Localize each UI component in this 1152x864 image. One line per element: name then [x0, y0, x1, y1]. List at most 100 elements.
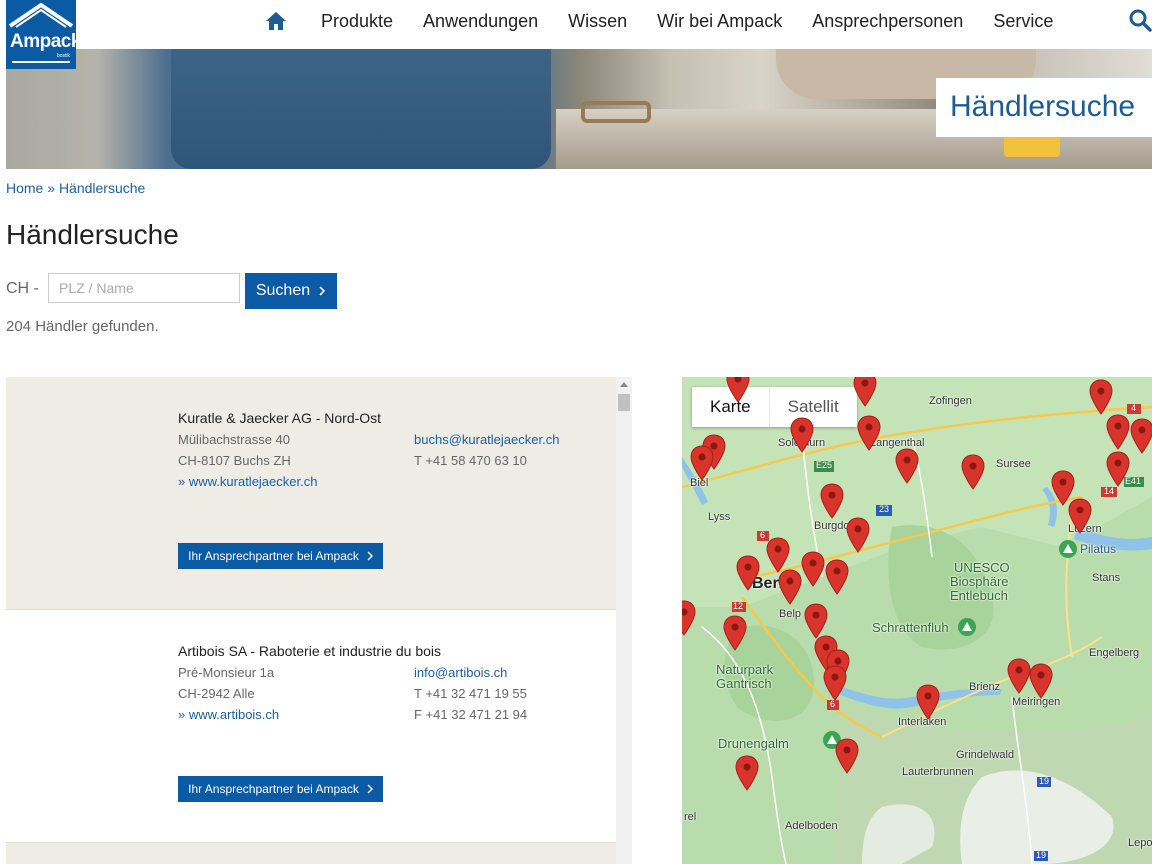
- map-place-label: Lyss: [708, 511, 731, 523]
- map-pin-icon[interactable]: [690, 445, 714, 481]
- logo-text: Ampack: [10, 31, 81, 52]
- map-pin-icon[interactable]: [1089, 379, 1113, 415]
- map-pin-icon[interactable]: [682, 600, 696, 636]
- map-place-label: Brienz: [969, 681, 1001, 693]
- road-label: 19: [1039, 776, 1050, 786]
- map-pin-icon[interactable]: [1106, 414, 1130, 450]
- map-pin-icon[interactable]: [801, 551, 825, 587]
- dealer-card: Kuratle & Jaecker AG - Nord-Ost Mülibach…: [6, 377, 616, 610]
- map-place-label: Adelboden: [785, 820, 838, 832]
- dealer-street: Pré-Monsieur 1a: [178, 665, 275, 680]
- dealer-list[interactable]: Kuratle & Jaecker AG - Nord-Ost Mülibach…: [6, 377, 616, 864]
- map-place-label: Engelberg: [1089, 647, 1140, 659]
- map-pin-icon[interactable]: [1007, 658, 1031, 694]
- map-place-label: Gantrisch: [716, 676, 772, 691]
- chevron-right-icon: [367, 551, 373, 561]
- map-pin-icon[interactable]: [736, 555, 760, 591]
- dealer-website-link[interactable]: » www.kuratlejaecker.ch: [178, 474, 317, 489]
- map-place-label: Drunengalm: [718, 736, 789, 751]
- dealer-name: Kuratle & Jaecker AG - Nord-Ost: [178, 410, 382, 426]
- map-pin-icon[interactable]: [804, 603, 828, 639]
- map-pin-icon[interactable]: [1130, 418, 1152, 454]
- dealer-list-scrollbar[interactable]: [616, 377, 632, 864]
- map-pin-icon[interactable]: [835, 738, 859, 774]
- map-pin-icon[interactable]: [790, 417, 814, 453]
- map-place-label: Stans: [1092, 572, 1121, 584]
- contact-person-button[interactable]: Ihr Ansprechpartner bei Ampack: [178, 543, 383, 569]
- scroll-up-arrow-icon[interactable]: [620, 382, 628, 387]
- map-pin-icon[interactable]: [825, 559, 849, 595]
- result-count: 204 Händler gefunden.: [6, 318, 159, 335]
- dealer-phone: T +41 58 470 63 10: [414, 453, 527, 468]
- dealer-card: Artibois SA - Raboterie et industrie du …: [6, 610, 616, 843]
- map-pin-icon[interactable]: [1068, 498, 1092, 534]
- search-button-label: Suchen: [255, 282, 311, 299]
- logo-sub: bostik: [56, 53, 70, 59]
- nav-service[interactable]: Service: [993, 11, 1053, 32]
- map-place-label: rel: [684, 811, 697, 823]
- dealer-street: Mülibachstrasse 40: [178, 432, 290, 447]
- breadcrumb-home[interactable]: Home: [6, 180, 43, 196]
- hero-title: Händlersuche: [950, 90, 1136, 123]
- main-nav: Produkte Anwendungen Wissen Wir bei Ampa…: [265, 10, 1083, 32]
- map-pin-icon[interactable]: [1106, 451, 1130, 487]
- map-pin-icon[interactable]: [823, 665, 847, 701]
- dealer-city: CH-2942 Alle: [178, 686, 255, 701]
- map-pin-icon[interactable]: [846, 517, 870, 553]
- map-place-label: Belp: [779, 608, 802, 620]
- nav-wir-bei-ampack[interactable]: Wir bei Ampack: [657, 11, 782, 32]
- dealer-fax: F +41 32 471 21 94: [414, 707, 528, 722]
- map-pin-icon[interactable]: [726, 377, 750, 403]
- map-pin-icon[interactable]: [916, 684, 940, 720]
- dealer-email-link[interactable]: info@artibois.ch: [414, 665, 507, 680]
- road-label: 23: [879, 504, 890, 514]
- hero-title-box: Händlersuche: [936, 78, 1152, 137]
- map-pin-icon[interactable]: [820, 483, 844, 519]
- map-pin-icon[interactable]: [766, 537, 790, 573]
- nav-wissen[interactable]: Wissen: [568, 11, 627, 32]
- dealer-email-link[interactable]: buchs@kuratlejaecker.ch: [414, 432, 559, 447]
- map-pin-icon[interactable]: [1029, 663, 1053, 699]
- map-pin-icon[interactable]: [857, 415, 881, 451]
- hero-tape-measure-shape: [1004, 135, 1060, 157]
- map-pin-icon[interactable]: [735, 755, 759, 791]
- dealer-map[interactable]: Karte Satellit E25 23 6 12 6 14 E41 4 19…: [682, 377, 1152, 864]
- contact-person-button-label: Ihr Ansprechpartner bei Ampack: [188, 782, 359, 796]
- map-pin-icon[interactable]: [895, 448, 919, 484]
- map-place-label: Pilatus: [1080, 542, 1117, 556]
- scrollbar-thumb[interactable]: [618, 394, 630, 411]
- contact-person-button[interactable]: Ihr Ansprechpartner bei Ampack: [178, 776, 383, 802]
- map-place-label: Sursee: [996, 458, 1031, 470]
- dealer-city: CH-8107 Buchs ZH: [178, 453, 291, 468]
- road-label: 6: [760, 530, 766, 540]
- top-navigation: Ampack bostik Produkte Anwendungen Wisse…: [0, 0, 1152, 69]
- nav-produkte[interactable]: Produkte: [321, 11, 393, 32]
- country-prefix: CH -: [6, 280, 39, 297]
- map-place-label: Naturpark: [716, 662, 774, 677]
- search-button[interactable]: Suchen: [245, 273, 337, 309]
- map-pin-icon[interactable]: [853, 377, 877, 407]
- contact-person-button-label: Ihr Ansprechpartner bei Ampack: [188, 549, 359, 563]
- map-place-label: Entlebuch: [950, 588, 1008, 603]
- breadcrumb: Home » Händlersuche: [6, 180, 145, 196]
- hero-tool-shape: [581, 101, 651, 123]
- map-place-label: Schrattenfluh: [872, 620, 949, 635]
- breadcrumb-current[interactable]: Händlersuche: [59, 180, 145, 196]
- dealer-website-link[interactable]: » www.artibois.ch: [178, 707, 279, 722]
- road-label: E25: [816, 460, 833, 470]
- search-icon[interactable]: [1128, 8, 1152, 32]
- nav-anwendungen[interactable]: Anwendungen: [423, 11, 538, 32]
- plz-name-input[interactable]: [48, 273, 240, 303]
- breadcrumb-separator: »: [47, 180, 56, 196]
- home-icon[interactable]: [265, 11, 287, 31]
- nav-ansprechpersonen[interactable]: Ansprechpersonen: [812, 11, 963, 32]
- map-pin-icon[interactable]: [778, 569, 802, 605]
- map-pin-icon[interactable]: [961, 454, 985, 490]
- map-pin-icon[interactable]: [723, 615, 747, 651]
- road-label: 12: [733, 601, 744, 611]
- ampack-logo[interactable]: Ampack bostik: [6, 0, 81, 69]
- map-place-label: Lauterbrunnen: [902, 766, 974, 778]
- road-label: 14: [1104, 486, 1115, 496]
- chevron-right-icon: [367, 784, 373, 794]
- map-place-label: Lepo: [1128, 837, 1152, 849]
